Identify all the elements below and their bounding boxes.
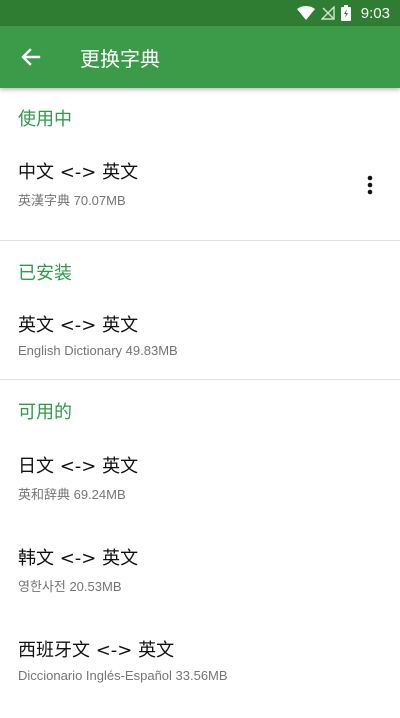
dictionary-item-subtitle: 영한사전 20.53MB: [18, 579, 122, 594]
dictionary-item-title: 西班牙文 <-> 英文: [18, 640, 175, 661]
wifi-icon: [296, 6, 315, 20]
app-bar: 更换字典: [0, 26, 400, 88]
status-bar: 9:03: [0, 0, 400, 26]
status-time: 9:03: [360, 4, 390, 22]
dictionary-item-subtitle: 英和辞典 69.24MB: [18, 487, 126, 502]
more-vert-icon: [367, 175, 373, 195]
dictionary-item-korean-english[interactable]: 韩文 <-> 英文 영한사전 20.53MB: [0, 534, 400, 626]
dictionary-item-subtitle: 英漢字典 70.07MB: [18, 193, 126, 208]
page-title: 更换字典: [80, 46, 160, 71]
dictionary-item-spanish-english[interactable]: 西班牙文 <-> 英文 Diccionario Inglés-Español 3…: [0, 626, 400, 718]
dictionary-item-english-english[interactable]: 英文 <-> 英文 English Dictionary 49.83MB: [0, 303, 400, 379]
dictionary-item-japanese-english[interactable]: 日文 <-> 英文 英和辞典 69.24MB: [0, 442, 400, 534]
dictionary-item-title: 日文 <-> 英文: [18, 456, 139, 477]
status-icons: 9:03: [296, 4, 390, 22]
section-header-in-use: 使用中: [18, 109, 72, 130]
back-button[interactable]: [0, 26, 62, 88]
dictionary-item-subtitle: English Dictionary 49.83MB: [18, 343, 178, 358]
dictionary-item-subtitle: Diccionario Inglés-Español 33.56MB: [18, 668, 228, 683]
dictionary-item-chinese-english[interactable]: 中文 <-> 英文 英漢字典 70.07MB: [0, 148, 400, 240]
dictionary-item-title: 韩文 <-> 英文: [18, 548, 139, 569]
more-options-button[interactable]: [358, 168, 382, 202]
back-arrow-icon: [21, 48, 41, 66]
dictionary-item-title: 中文 <-> 英文: [18, 162, 139, 183]
dictionary-list: 使用中 中文 <-> 英文 英漢字典 70.07MB 已安装 英文 <-> 英文…: [0, 88, 400, 718]
no-signal-icon: [320, 6, 335, 20]
dictionary-item-title: 英文 <-> 英文: [18, 315, 139, 336]
section-header-available: 可用的: [18, 402, 72, 423]
battery-charging-icon: [340, 5, 351, 21]
section-header-installed: 已安装: [18, 263, 72, 284]
